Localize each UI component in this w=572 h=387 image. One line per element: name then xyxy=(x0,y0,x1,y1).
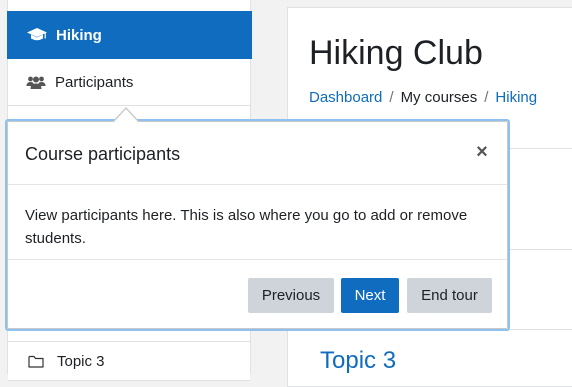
tour-footer-divider xyxy=(8,259,507,260)
nav-item-participants[interactable]: Participants xyxy=(8,59,250,106)
graduation-cap-icon xyxy=(27,27,49,43)
tour-body-text: View participants here. This is also whe… xyxy=(25,207,468,247)
nav-item-label: Participants xyxy=(55,73,134,91)
breadcrumb-my-courses[interactable]: My courses xyxy=(401,89,478,106)
nav-item-course-home[interactable]: Hiking xyxy=(7,11,252,59)
tour-popover: Course participants × View participants … xyxy=(7,121,508,329)
nav-item-label: Topic 3 xyxy=(57,352,105,370)
breadcrumb-dashboard[interactable]: Dashboard xyxy=(309,89,382,106)
topic-3-heading[interactable]: Topic 3 xyxy=(320,347,396,375)
close-icon[interactable]: × xyxy=(473,142,491,162)
breadcrumb: Dashboard / My courses / Hiking xyxy=(309,89,537,106)
tour-title: Course participants xyxy=(25,144,181,164)
breadcrumb-separator: / xyxy=(484,89,489,106)
users-icon xyxy=(26,74,48,90)
next-button[interactable]: Next xyxy=(341,278,399,313)
end-tour-button[interactable]: End tour xyxy=(407,278,492,313)
folder-icon xyxy=(28,353,50,369)
tour-header-divider xyxy=(8,184,507,185)
tour-pointer-arrow-fill xyxy=(114,109,138,122)
breadcrumb-hiking[interactable]: Hiking xyxy=(495,89,537,106)
nav-item-label: Hiking xyxy=(56,26,102,44)
breadcrumb-separator: / xyxy=(389,89,394,106)
page-title: Hiking Club xyxy=(309,34,483,72)
previous-button[interactable]: Previous xyxy=(248,278,334,313)
nav-item-topic-3[interactable]: Topic 3 xyxy=(8,341,250,381)
